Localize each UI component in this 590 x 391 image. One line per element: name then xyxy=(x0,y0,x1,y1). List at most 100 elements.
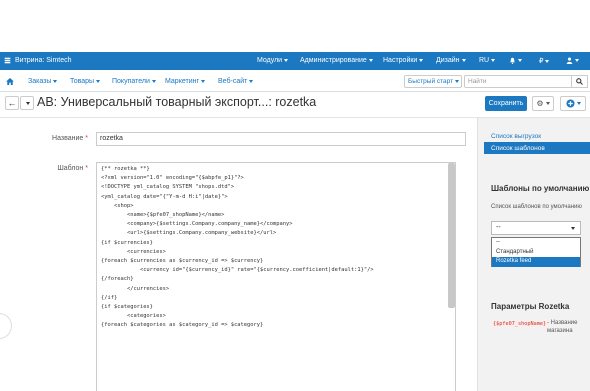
template-line: {foreach $categories as $category_id => … xyxy=(101,322,264,329)
menu-administration[interactable]: Администрирование xyxy=(300,57,373,64)
menu-marketing[interactable]: Маркетинг xyxy=(165,78,206,85)
menu-products[interactable]: Товары xyxy=(70,78,101,85)
sidebar-link-template-list[interactable]: Список шаблонов xyxy=(484,142,590,154)
menu-settings[interactable]: Настройки xyxy=(383,57,424,64)
template-line: </currencies> xyxy=(101,285,170,292)
menu-website-label: Веб-сайт xyxy=(218,78,248,85)
chevron-down-icon xyxy=(491,59,496,62)
template-textarea[interactable]: {** rozetka **} <?xml version="1.0" encod… xyxy=(96,162,456,391)
chevron-down-icon xyxy=(201,80,206,83)
dropdown-option-rozetka[interactable]: Rozetka feed xyxy=(492,257,580,267)
template-scrollbar[interactable] xyxy=(448,163,455,308)
template-line: {/foreach} xyxy=(101,276,134,283)
language-switcher[interactable]: RU xyxy=(479,57,496,64)
menu-products-label: Товары xyxy=(70,78,95,85)
back-button[interactable]: ← xyxy=(5,96,19,110)
param-description: - Название магазина xyxy=(547,320,578,334)
gear-icon: ⚙ xyxy=(536,99,544,108)
name-label: Название * xyxy=(8,135,88,142)
template-line: <currency id="{$currency_id}" rate="{$cu… xyxy=(101,267,374,274)
template-line: {/if} xyxy=(101,294,118,301)
scroll-helper-widget[interactable] xyxy=(0,313,12,339)
template-line: {** rozetka **} xyxy=(101,166,150,172)
language-label: RU xyxy=(479,57,490,64)
chevron-down-icon xyxy=(545,102,550,105)
template-label: Шаблон * xyxy=(8,165,88,172)
chevron-down-icon xyxy=(96,80,101,83)
name-label-text: Название xyxy=(52,135,84,142)
chevron-down-icon xyxy=(518,59,522,62)
default-template-dropdown: -- Стандартный Rozetka feed xyxy=(491,237,581,267)
quick-start-label: Быстрый старт xyxy=(408,78,454,85)
home-icon xyxy=(6,78,14,85)
param-code: {$pfe07_shopName} xyxy=(491,320,549,328)
dropdown-option-standard[interactable]: Стандартный xyxy=(492,248,580,258)
chevron-down-icon xyxy=(461,59,466,62)
user-menu[interactable] xyxy=(566,57,579,64)
template-line: <company>{$settings.Company.company_name… xyxy=(101,221,293,228)
quick-start-button[interactable]: Быстрый старт xyxy=(404,75,462,88)
chevron-down-icon xyxy=(368,59,373,62)
default-templates-label: Список шаблонов по умолчанию xyxy=(491,204,582,210)
menu-orders[interactable]: Заказы xyxy=(28,78,58,85)
chevron-down-icon xyxy=(575,59,579,62)
save-button[interactable]: Сохранить xyxy=(485,96,527,111)
store-switcher[interactable]: Витрина: Simtech xyxy=(4,57,72,64)
dropdown-option-empty[interactable]: -- xyxy=(492,238,580,248)
default-templates-title: Шаблоны по умолчанию xyxy=(491,184,590,193)
search-input[interactable]: Найти xyxy=(464,75,572,88)
sidebar-link-export-list[interactable]: Список выгрузок xyxy=(484,130,590,142)
rozetka-params-title: Параметры Rozetka xyxy=(491,302,570,311)
menu-modules[interactable]: Модули xyxy=(257,57,289,64)
chevron-down-icon xyxy=(419,59,424,62)
search-button[interactable] xyxy=(572,75,588,88)
add-dropdown[interactable] xyxy=(560,96,586,111)
default-template-select[interactable]: -- xyxy=(491,221,581,235)
menu-marketing-label: Маркетинг xyxy=(165,78,200,85)
chevron-down-icon xyxy=(571,227,575,230)
add-icon xyxy=(565,99,575,108)
menu-modules-label: Модули xyxy=(257,57,283,64)
chevron-down-icon xyxy=(576,102,581,105)
menu-customers[interactable]: Покупатели xyxy=(112,78,156,85)
currency-switcher[interactable]: ₽ xyxy=(539,57,550,65)
template-line: <name>{$pfe07_shopName}</name> xyxy=(101,212,225,218)
home-button[interactable] xyxy=(6,78,14,85)
user-icon xyxy=(566,57,573,64)
menu-administration-label: Администрирование xyxy=(300,57,367,64)
template-line: <categories> xyxy=(101,313,166,320)
template-line: <shop> xyxy=(101,202,134,209)
template-line: <currencies> xyxy=(101,248,166,255)
menu-customers-label: Покупатели xyxy=(112,78,150,85)
menu-design-label: Дизайн xyxy=(436,57,460,64)
template-line: <?xml version="1.0" encoding="{$abpfe_p1… xyxy=(101,175,244,182)
chevron-down-icon xyxy=(545,59,550,63)
chevron-down-icon xyxy=(53,80,58,83)
required-asterisk: * xyxy=(85,135,88,142)
template-line: {if $currencies} xyxy=(101,239,153,246)
chevron-down-icon xyxy=(249,80,254,83)
template-line: {if $categories} xyxy=(101,304,153,310)
search-icon xyxy=(576,78,583,85)
store-icon xyxy=(4,57,11,64)
menu-design[interactable]: Дизайн xyxy=(436,57,466,64)
menu-orders-label: Заказы xyxy=(28,78,52,85)
template-line: <url>{$settings.Company.company_website}… xyxy=(101,230,277,237)
page-title: AB: Универсальный товарный экспорт...: r… xyxy=(37,95,317,109)
bell-icon xyxy=(510,57,515,64)
chevron-down-icon xyxy=(26,101,30,105)
settings-dropdown[interactable]: ⚙ xyxy=(532,96,554,111)
template-label-text: Шаблон xyxy=(57,165,84,172)
chevron-down-icon xyxy=(151,80,156,83)
chevron-down-icon xyxy=(284,59,289,62)
notifications-menu[interactable] xyxy=(509,57,522,64)
template-line: {foreach $currencies as $currency_id => … xyxy=(101,258,264,264)
nav-dropdown-button[interactable] xyxy=(20,96,34,110)
currency-label: ₽ xyxy=(539,58,544,65)
chevron-down-icon xyxy=(455,79,460,83)
required-asterisk: * xyxy=(85,165,88,172)
arrow-left-icon: ← xyxy=(7,98,17,108)
menu-website[interactable]: Веб-сайт xyxy=(218,78,254,85)
name-input[interactable]: rozetka xyxy=(96,132,466,146)
menu-settings-label: Настройки xyxy=(383,57,418,64)
